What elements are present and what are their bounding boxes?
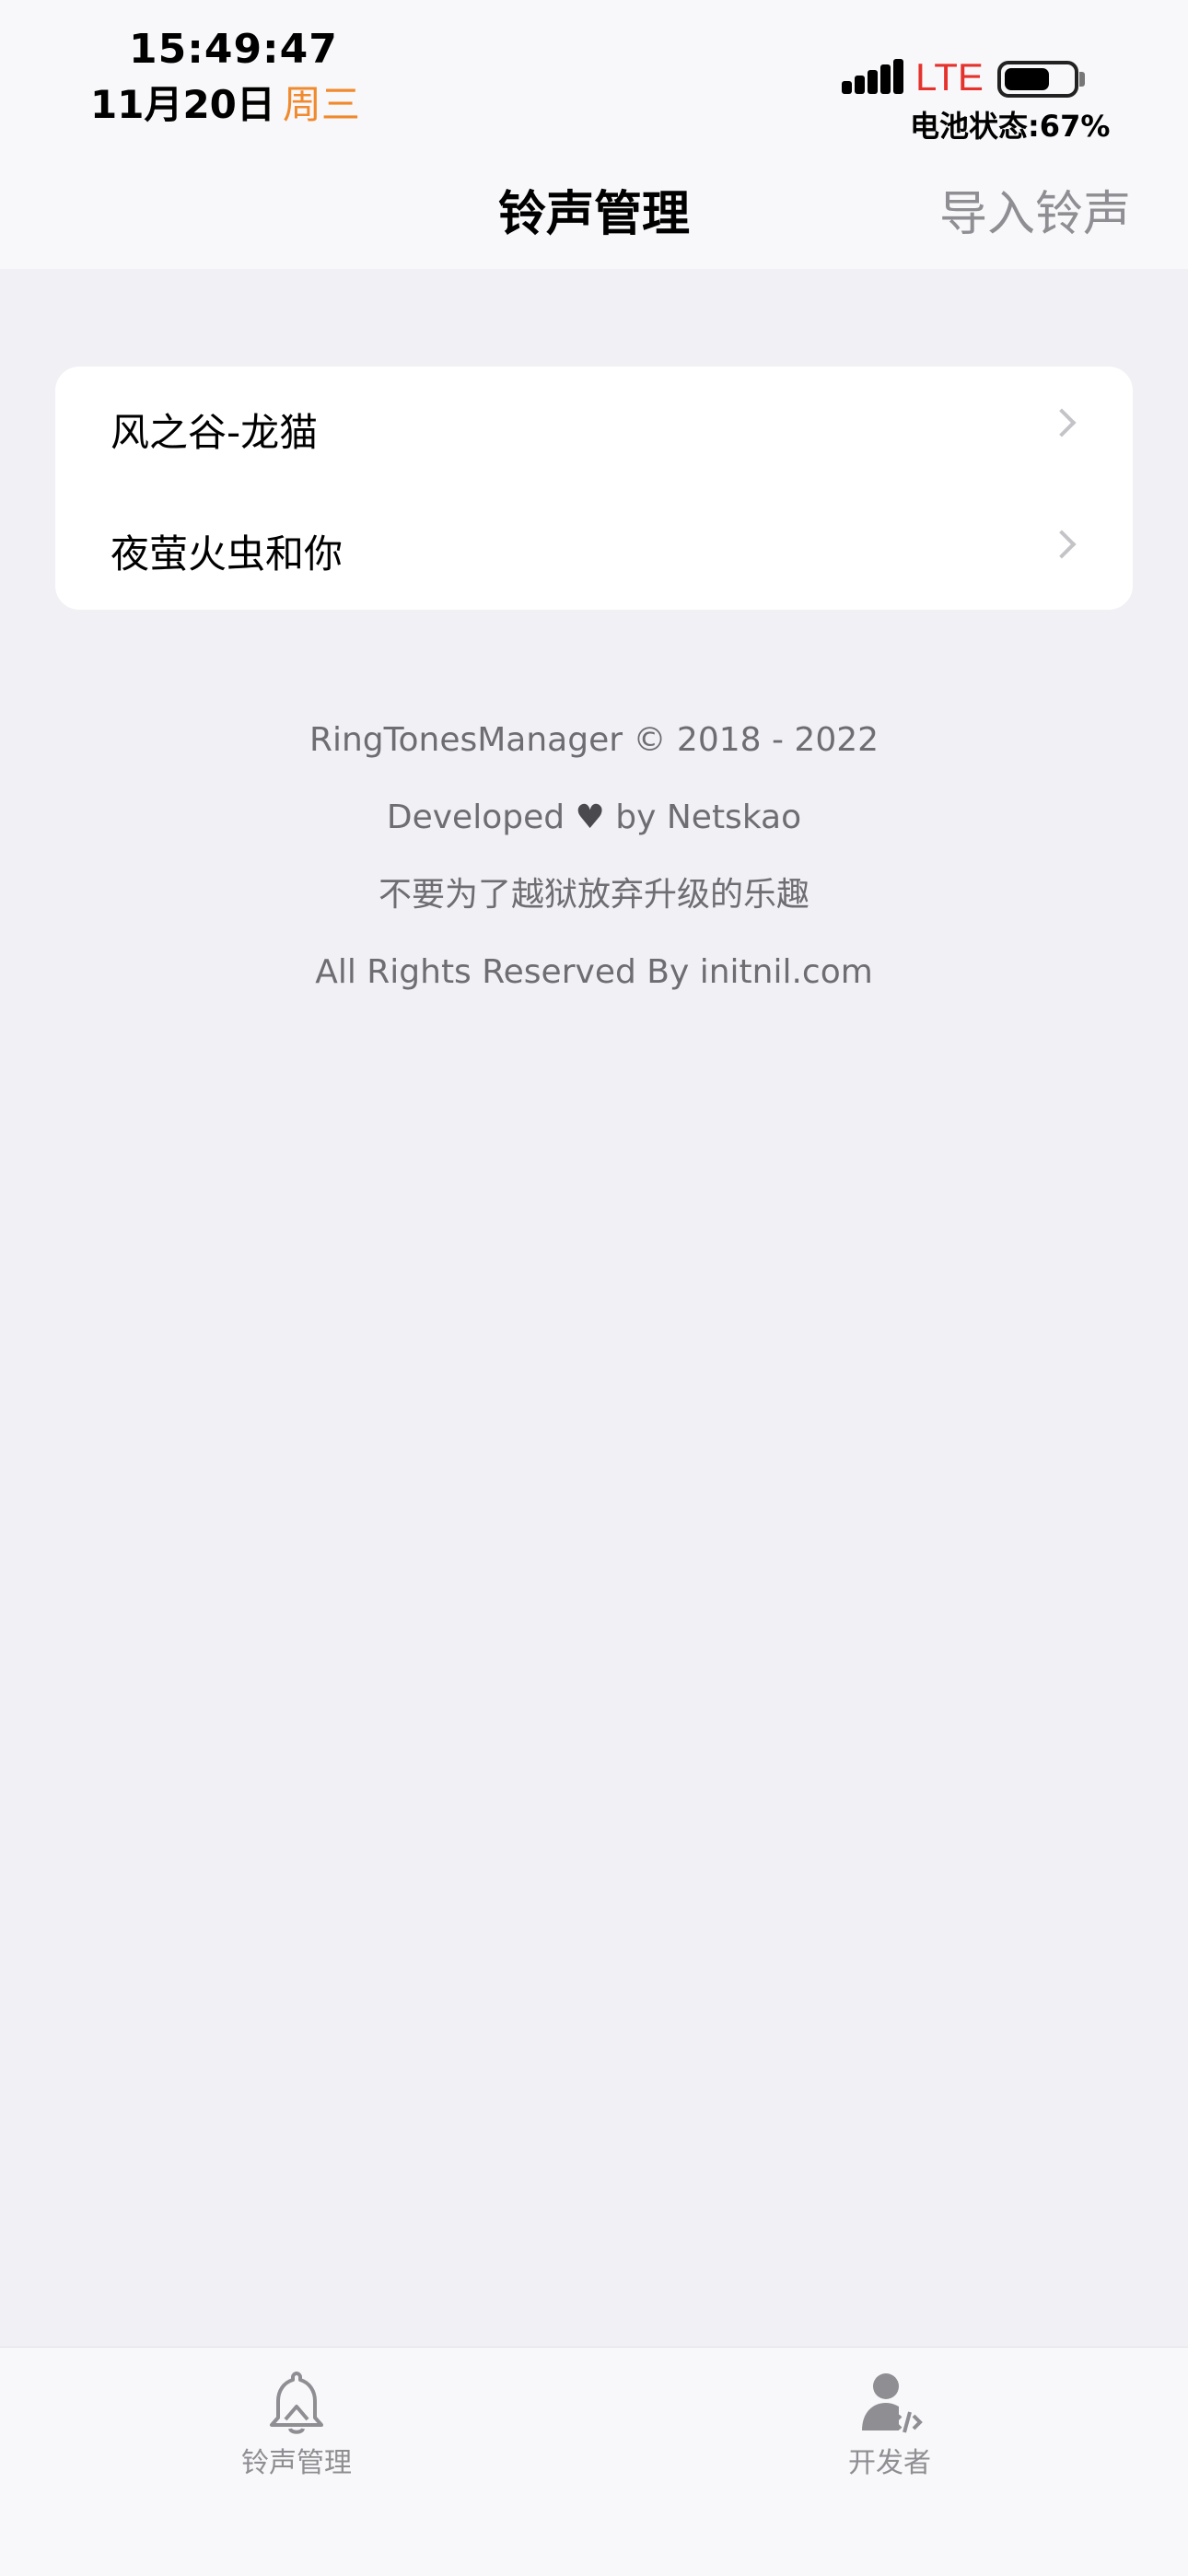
- status-date: 11月20日 周三: [90, 74, 360, 130]
- tab-developer[interactable]: 开发者: [751, 2348, 1028, 2532]
- import-ringtone-button[interactable]: 导入铃声: [939, 175, 1131, 244]
- battery-status: 电池状态:67%: [910, 109, 1111, 144]
- tab-bar: 铃声管理 开发者: [0, 2347, 1188, 2576]
- ringtone-row[interactable]: 风之谷-龙猫: [55, 367, 1133, 488]
- tab-ringtone-manager[interactable]: 铃声管理: [158, 2348, 435, 2532]
- battery-icon: [997, 61, 1078, 98]
- tagline-text: 不要为了越狱放弃升级的乐趣: [378, 876, 809, 914]
- chevron-right-icon: [1047, 530, 1077, 559]
- tab-label: 铃声管理: [241, 2447, 352, 2479]
- ringtone-list: 风之谷-龙猫 夜萤火虫和你: [55, 367, 1133, 610]
- status-date-text: 11月20日: [90, 82, 275, 127]
- developer-credit: Developed ♥ by Netskao: [0, 796, 1188, 873]
- ringtone-label: 风之谷-龙猫: [111, 410, 319, 455]
- heart-icon: ♥: [575, 798, 605, 836]
- developer-credit-post: by Netskao: [615, 798, 802, 836]
- status-weekday: 周三: [282, 82, 360, 127]
- status-time: 15:49:47: [129, 26, 338, 73]
- header: 15:49:47 11月20日 周三 LTE 电池状态:67% 铃声管理 导入铃声: [0, 0, 1188, 269]
- signal-icon: [842, 57, 904, 99]
- tab-label: 开发者: [848, 2447, 931, 2479]
- ringtone-row[interactable]: 夜萤火虫和你: [55, 488, 1133, 610]
- copyright-text: RingTonesManager © 2018 - 2022: [309, 721, 879, 759]
- footer-info: RingTonesManager © 2018 - 2022 Developed…: [0, 718, 1188, 1028]
- battery-cap: [1079, 72, 1085, 87]
- battery-fill: [1005, 68, 1049, 90]
- rights-text: All Rights Reserved By initnil.com: [315, 953, 873, 991]
- developer-credit-pre: Developed: [386, 798, 565, 836]
- developer-icon: [862, 2373, 923, 2433]
- chevron-right-icon: [1047, 408, 1077, 437]
- ringtone-label: 夜萤火虫和你: [111, 531, 344, 577]
- bell-icon: [270, 2372, 323, 2434]
- network-type: LTE: [915, 55, 984, 99]
